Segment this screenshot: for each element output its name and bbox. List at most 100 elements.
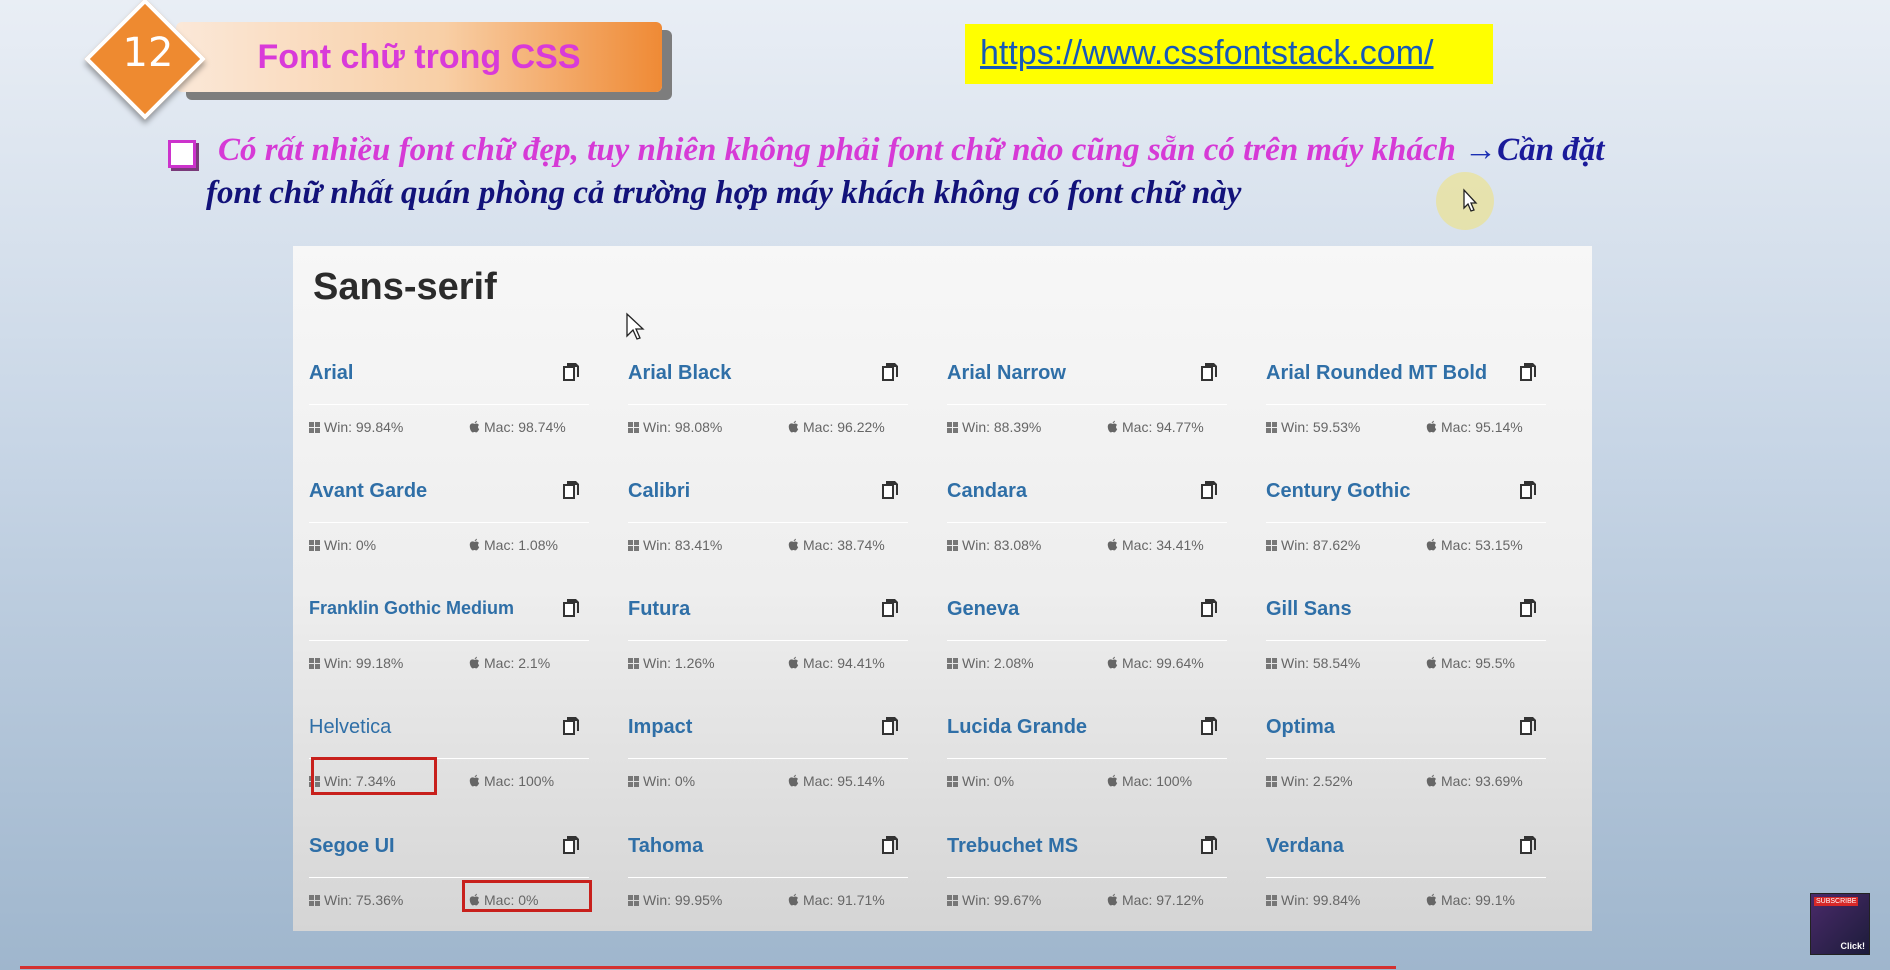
win-stat: Win: 1.26% <box>628 655 715 671</box>
windows-icon <box>1266 658 1277 669</box>
font-name[interactable]: Lucida Grande <box>947 716 1087 739</box>
win-percentage: Win: 99.67% <box>962 892 1042 908</box>
win-percentage: Win: 99.84% <box>324 419 404 435</box>
bullet-line-1: Có rất nhiều font chữ đẹp, tuy nhiên khô… <box>218 132 1604 169</box>
copy-icon[interactable] <box>880 597 900 619</box>
copy-icon[interactable] <box>1199 361 1219 383</box>
copy-icon[interactable] <box>1199 479 1219 501</box>
font-name[interactable]: Arial Rounded MT Bold <box>1266 362 1487 385</box>
font-card: Lucida Grande Win: 0% Mac: 100% <box>931 700 1231 810</box>
copy-icon[interactable] <box>561 361 581 383</box>
win-stat: Win: 98.08% <box>628 419 722 435</box>
mac-stat: Mac: 99.64% <box>1107 655 1204 671</box>
win-percentage: Win: 2.08% <box>962 655 1034 671</box>
mac-percentage: Mac: 99.1% <box>1441 892 1515 908</box>
apple-icon <box>788 656 799 669</box>
copy-icon[interactable] <box>1518 715 1538 737</box>
win-percentage: Win: 83.08% <box>962 537 1042 553</box>
windows-icon <box>309 895 320 906</box>
font-card: Candara Win: 83.08% Mac: 34.41% <box>931 464 1231 574</box>
font-name[interactable]: Verdana <box>1266 835 1344 858</box>
font-name[interactable]: Optima <box>1266 716 1335 739</box>
font-name[interactable]: Helvetica <box>309 716 391 739</box>
bullet-line-1-text: Có rất nhiều font chữ đẹp, tuy nhiên khô… <box>218 132 1456 168</box>
mac-stat: Mac: 98.74% <box>469 419 566 435</box>
card-divider <box>1266 522 1546 523</box>
copy-icon[interactable] <box>880 834 900 856</box>
copy-icon[interactable] <box>561 834 581 856</box>
mac-percentage: Mac: 99.64% <box>1122 655 1204 671</box>
win-percentage: Win: 98.08% <box>643 419 723 435</box>
font-name[interactable]: Avant Garde <box>309 480 427 503</box>
copy-icon[interactable] <box>1518 834 1538 856</box>
font-name[interactable]: Segoe UI <box>309 835 395 858</box>
cssfontstack-link[interactable]: https://www.cssfontstack.com/ <box>980 34 1433 73</box>
checkbox-bullet-icon <box>168 140 196 168</box>
copy-icon[interactable] <box>561 715 581 737</box>
win-stat: Win: 0% <box>947 773 1014 789</box>
apple-icon <box>1426 538 1437 551</box>
font-name[interactable]: Impact <box>628 716 692 739</box>
apple-icon <box>1107 774 1118 787</box>
copy-icon[interactable] <box>1518 479 1538 501</box>
copy-icon[interactable] <box>1199 597 1219 619</box>
copy-icon[interactable] <box>1518 597 1538 619</box>
win-percentage: Win: 2.52% <box>1281 773 1353 789</box>
card-divider <box>309 404 589 405</box>
card-divider <box>628 522 908 523</box>
copy-icon[interactable] <box>880 479 900 501</box>
card-divider <box>947 522 1227 523</box>
windows-icon <box>309 540 320 551</box>
apple-icon <box>469 774 480 787</box>
font-card: Gill Sans Win: 58.54% Mac: 95.5% <box>1250 582 1550 692</box>
font-name[interactable]: Geneva <box>947 598 1019 621</box>
apple-icon <box>1426 656 1437 669</box>
copy-icon[interactable] <box>561 479 581 501</box>
font-name[interactable]: Tahoma <box>628 835 703 858</box>
apple-icon <box>469 538 480 551</box>
font-card: Franklin Gothic Medium Win: 99.18% Mac: 2.… <box>293 582 593 692</box>
copy-icon[interactable] <box>561 597 581 619</box>
font-name[interactable]: Trebuchet MS <box>947 835 1078 858</box>
copy-icon[interactable] <box>1199 834 1219 856</box>
font-card: Optima Win: 2.52% Mac: 93.69% <box>1250 700 1550 810</box>
mac-stat: Mac: 93.69% <box>1426 773 1523 789</box>
card-divider <box>1266 640 1546 641</box>
url-box: https://www.cssfontstack.com/ <box>965 24 1493 84</box>
apple-icon <box>1426 774 1437 787</box>
arrow-icon: → <box>1464 132 1498 168</box>
font-name[interactable]: Candara <box>947 480 1027 503</box>
copy-icon[interactable] <box>1518 361 1538 383</box>
font-card: Tahoma Win: 99.95% Mac: 91.71% <box>612 819 912 929</box>
copy-icon[interactable] <box>880 361 900 383</box>
font-name[interactable]: Arial Narrow <box>947 362 1066 385</box>
win-percentage: Win: 1.26% <box>643 655 715 671</box>
progress-bar <box>20 966 1396 969</box>
font-name[interactable]: Gill Sans <box>1266 598 1352 621</box>
win-percentage: Win: 99.18% <box>324 655 404 671</box>
font-name[interactable]: Futura <box>628 598 690 621</box>
font-name[interactable]: Calibri <box>628 480 690 503</box>
click-label: Click! <box>1840 941 1865 951</box>
card-divider <box>1266 404 1546 405</box>
mac-stat: Mac: 94.41% <box>788 655 885 671</box>
win-stat: Win: 99.84% <box>309 419 403 435</box>
font-name[interactable]: Arial Black <box>628 362 731 385</box>
win-stat: Win: 88.39% <box>947 419 1041 435</box>
font-name[interactable]: Arial <box>309 362 353 385</box>
font-card: Impact Win: 0% Mac: 95.14% <box>612 700 912 810</box>
font-name[interactable]: Franklin Gothic Medium <box>309 598 514 619</box>
copy-icon[interactable] <box>880 715 900 737</box>
font-name[interactable]: Century Gothic <box>1266 480 1410 503</box>
mac-stat: Mac: 1.08% <box>469 537 558 553</box>
apple-icon <box>1107 656 1118 669</box>
channel-thumbnail[interactable]: SUBSCRIBE Click! <box>1810 893 1870 955</box>
apple-icon <box>788 893 799 906</box>
card-divider <box>309 877 589 878</box>
mac-percentage: Mac: 1.08% <box>484 537 558 553</box>
win-stat: Win: 83.41% <box>628 537 722 553</box>
copy-icon[interactable] <box>1199 715 1219 737</box>
apple-icon <box>1107 420 1118 433</box>
win-percentage: Win: 0% <box>962 773 1015 789</box>
win-percentage: Win: 75.36% <box>324 892 404 908</box>
